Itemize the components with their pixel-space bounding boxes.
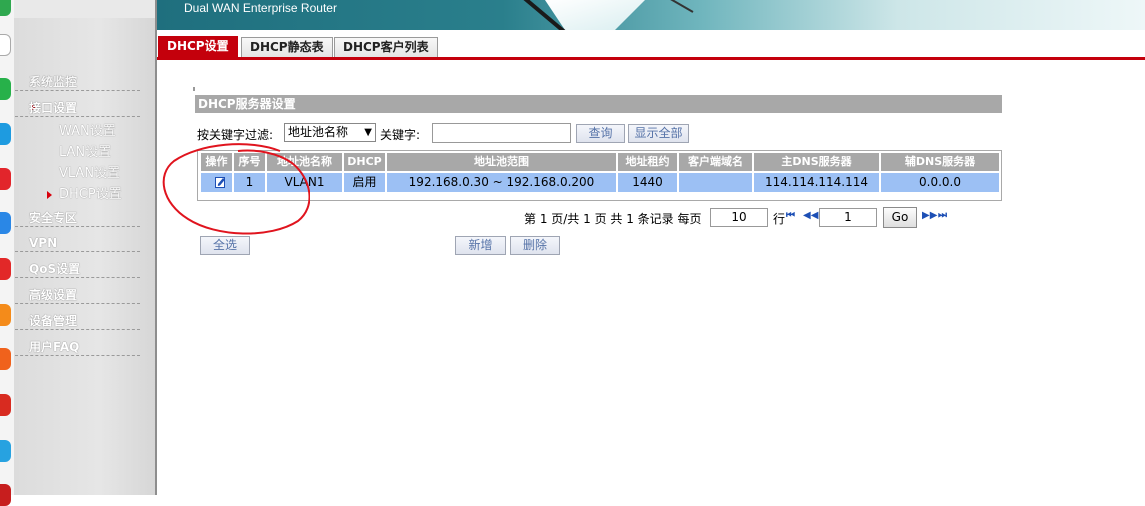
table-cell: VLAN1 bbox=[267, 173, 343, 192]
header-banner: Dual WAN Enterprise Router bbox=[157, 0, 1145, 30]
sidebar-subitem-wan[interactable]: WAN设置 bbox=[59, 123, 116, 141]
section-marker bbox=[193, 87, 195, 91]
keyword-input[interactable] bbox=[432, 123, 571, 143]
app-icon[interactable] bbox=[0, 348, 11, 370]
column-header: 客户端域名 bbox=[679, 153, 753, 171]
table-cell: 1 bbox=[234, 173, 266, 192]
tab-underline bbox=[157, 57, 1145, 60]
sidebar-subitem-vlan[interactable]: VLAN设置 bbox=[59, 165, 120, 183]
banner-decoration bbox=[640, 0, 694, 13]
last-page-icon[interactable]: ⏭ bbox=[938, 210, 947, 221]
tab-dhcp-static[interactable]: DHCP静态表 bbox=[241, 37, 333, 58]
app-icon[interactable] bbox=[0, 0, 11, 16]
app-icon[interactable] bbox=[0, 212, 11, 234]
selected-arrow-icon bbox=[47, 191, 52, 199]
dropdown-arrow-icon: ▼ bbox=[364, 127, 372, 138]
next-page-icon[interactable]: ▶▶ bbox=[922, 210, 937, 221]
sidebar-subitem-lan[interactable]: LAN设置 bbox=[59, 144, 111, 162]
section-title: DHCP服务器设置 bbox=[195, 95, 1002, 113]
tab-dhcp-clients[interactable]: DHCP客户列表 bbox=[334, 37, 438, 58]
app-icon[interactable] bbox=[0, 258, 11, 280]
sidebar-item-system-monitor[interactable]: 系统监控 bbox=[15, 73, 140, 91]
product-title: Dual WAN Enterprise Router bbox=[184, 1, 337, 15]
sidebar-item-advanced[interactable]: 高级设置 bbox=[15, 286, 140, 304]
sidebar-top-bar bbox=[14, 0, 157, 18]
prev-page-icon[interactable]: ◀◀ bbox=[803, 210, 818, 221]
sidebar-divider bbox=[155, 0, 157, 495]
app-icon[interactable] bbox=[0, 304, 11, 326]
app-icon[interactable] bbox=[0, 394, 11, 416]
sidebar-item-vpn[interactable]: VPN bbox=[15, 234, 140, 252]
edit-icon[interactable] bbox=[215, 176, 226, 188]
keyword-label: 关键字: bbox=[380, 128, 421, 142]
column-header: 地址池名称 bbox=[267, 153, 343, 171]
tab-bar: DHCP设置 DHCP静态表 DHCP客户列表 bbox=[157, 30, 1145, 60]
sidebar-item-security[interactable]: 安全专区 bbox=[15, 209, 140, 227]
table-cell: 192.168.0.30 ~ 192.168.0.200 bbox=[387, 173, 617, 192]
select-all-button[interactable]: 全选 bbox=[200, 236, 250, 255]
app-icon[interactable] bbox=[0, 78, 11, 100]
sidebar-item-device-management[interactable]: 设备管理 bbox=[15, 312, 140, 330]
table-cell bbox=[679, 173, 753, 192]
desktop-app-strip bbox=[0, 0, 14, 506]
column-header: 地址池范围 bbox=[387, 153, 617, 171]
pager-summary: 第 1 页/共 1 页 共 1 条记录 每页 bbox=[524, 212, 702, 226]
app-icon[interactable] bbox=[0, 440, 11, 462]
sidebar-item-interface-settings[interactable]: 接口设置 bbox=[15, 99, 140, 117]
app-icon[interactable] bbox=[0, 484, 11, 506]
tab-dhcp-settings[interactable]: DHCP设置 bbox=[158, 36, 238, 59]
per-page-input[interactable]: 10 bbox=[710, 208, 768, 227]
table-cell: 启用 bbox=[344, 173, 386, 192]
show-all-button[interactable]: 显示全部 bbox=[628, 124, 689, 143]
search-button[interactable]: 查询 bbox=[576, 124, 625, 143]
go-button[interactable]: Go bbox=[883, 207, 917, 228]
table-cell: 114.114.114.114 bbox=[754, 173, 880, 192]
table-cell: 0.0.0.0 bbox=[881, 173, 999, 192]
column-header: 序号 bbox=[234, 153, 266, 171]
delete-button[interactable]: 删除 bbox=[510, 236, 560, 255]
column-header: 辅DNS服务器 bbox=[881, 153, 999, 171]
column-header: 主DNS服务器 bbox=[754, 153, 880, 171]
page-number-input[interactable]: 1 bbox=[819, 208, 877, 227]
add-button[interactable]: 新增 bbox=[455, 236, 506, 255]
filter-field-select[interactable]: 地址池名称 ▼ bbox=[284, 123, 376, 142]
app-icon[interactable] bbox=[0, 168, 11, 190]
document-icon[interactable] bbox=[0, 34, 11, 56]
app-icon[interactable] bbox=[0, 123, 11, 145]
sidebar-item-qos[interactable]: QoS设置 bbox=[15, 260, 140, 278]
column-header: 操作 bbox=[201, 153, 233, 171]
column-header: 地址租约 bbox=[618, 153, 678, 171]
filter-label: 按关键字过滤: bbox=[197, 128, 274, 142]
filter-field-value: 地址池名称 bbox=[288, 125, 349, 139]
column-header: DHCP bbox=[344, 153, 386, 171]
table-cell: 1440 bbox=[618, 173, 678, 192]
row-edit-cell[interactable] bbox=[201, 173, 233, 192]
first-page-icon[interactable]: ⏮ bbox=[786, 210, 795, 221]
dhcp-pool-table: 操作 序号 地址池名称 DHCP 地址池范围 地址租约 客户端域名 主DNS服务… bbox=[197, 150, 1002, 201]
sidebar-item-user-faq[interactable]: 用户FAQ bbox=[15, 338, 140, 356]
sidebar-subitem-dhcp[interactable]: DHCP设置 bbox=[59, 186, 122, 204]
rows-label: 行 bbox=[773, 212, 786, 226]
